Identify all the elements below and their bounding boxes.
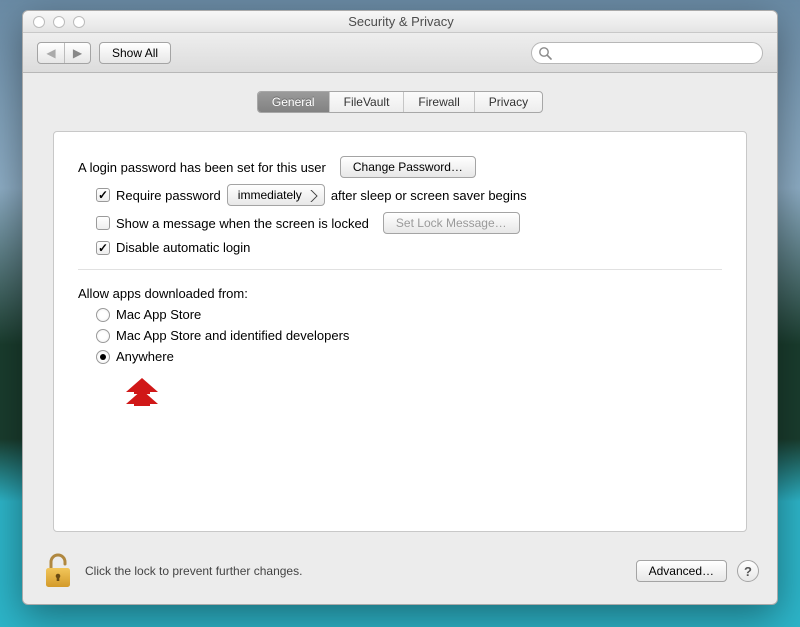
back-button[interactable]: ◀ — [38, 43, 64, 63]
forward-button[interactable]: ▶ — [64, 43, 90, 63]
login-password-text: A login password has been set for this u… — [78, 160, 326, 175]
gatekeeper-heading: Allow apps downloaded from: — [78, 286, 248, 301]
toolbar: ◀ ▶ Show All — [23, 33, 777, 73]
lock-message-checkbox[interactable] — [96, 216, 110, 230]
annotation-arrow-icon — [118, 376, 166, 414]
general-panel: A login password has been set for this u… — [53, 131, 747, 532]
radio-label-anywhere: Anywhere — [116, 349, 174, 364]
preferences-window: Security & Privacy ◀ ▶ Show All General … — [22, 10, 778, 605]
radio-identified-devs[interactable] — [96, 329, 110, 343]
radio-anywhere[interactable] — [96, 350, 110, 364]
footer: Click the lock to prevent further change… — [23, 544, 777, 604]
tab-filevault[interactable]: FileVault — [329, 92, 404, 112]
advanced-button[interactable]: Advanced… — [636, 560, 727, 582]
search-input[interactable] — [531, 42, 763, 64]
radio-label-app-store: Mac App Store — [116, 307, 201, 322]
disable-autologin-label: Disable automatic login — [116, 240, 250, 255]
disable-autologin-checkbox[interactable] — [96, 241, 110, 255]
radio-label-identified: Mac App Store and identified developers — [116, 328, 349, 343]
tab-privacy[interactable]: Privacy — [474, 92, 542, 112]
zoom-icon[interactable] — [73, 16, 85, 28]
tab-firewall[interactable]: Firewall — [403, 92, 473, 112]
close-icon[interactable] — [33, 16, 45, 28]
nav-back-forward: ◀ ▶ — [37, 42, 91, 64]
radio-mac-app-store[interactable] — [96, 308, 110, 322]
help-button[interactable]: ? — [737, 560, 759, 582]
minimize-icon[interactable] — [53, 16, 65, 28]
lock-text: Click the lock to prevent further change… — [85, 564, 302, 578]
tab-general[interactable]: General — [258, 92, 329, 112]
lock-message-label: Show a message when the screen is locked — [116, 216, 369, 231]
require-password-checkbox[interactable] — [96, 188, 110, 202]
require-delay-select[interactable]: immediately — [227, 184, 325, 206]
search-icon — [538, 46, 552, 60]
require-password-post: after sleep or screen saver begins — [331, 188, 527, 203]
require-password-pre: Require password — [116, 188, 221, 203]
lock-icon[interactable] — [41, 551, 75, 591]
titlebar: Security & Privacy — [23, 11, 777, 33]
change-password-button[interactable]: Change Password… — [340, 156, 476, 178]
tab-bar: General FileVault Firewall Privacy — [257, 91, 543, 113]
window-title: Security & Privacy — [85, 14, 717, 29]
show-all-button[interactable]: Show All — [99, 42, 171, 64]
set-lock-message-button[interactable]: Set Lock Message… — [383, 212, 520, 234]
